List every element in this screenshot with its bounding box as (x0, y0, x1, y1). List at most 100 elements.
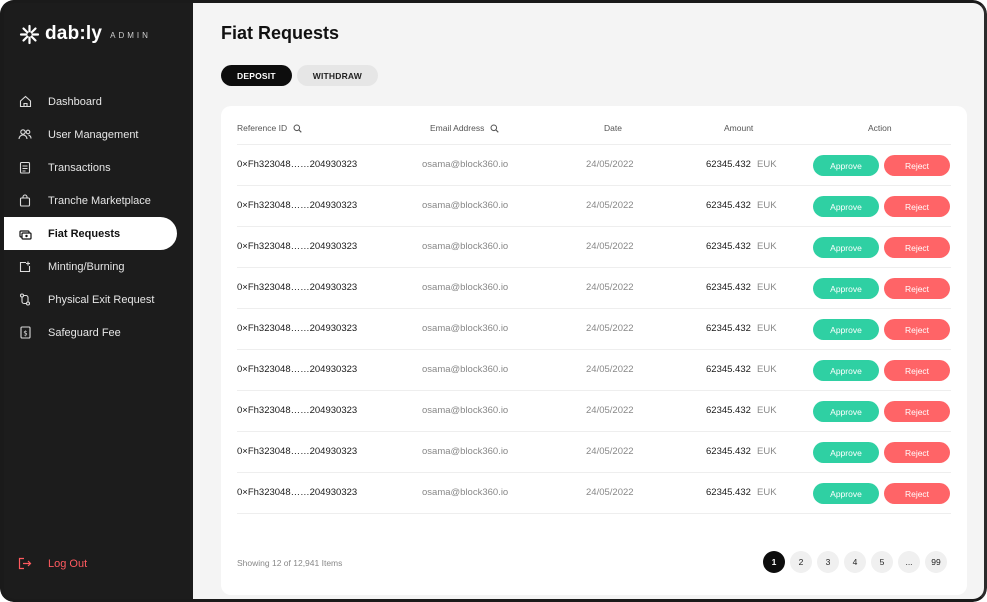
home-icon (18, 95, 32, 109)
approve-button[interactable]: Approve (813, 483, 879, 504)
approve-button[interactable]: Approve (813, 360, 879, 381)
sidebar-item-user-management[interactable]: User Management (0, 118, 193, 151)
amount-unit: EUK (757, 446, 777, 457)
amount-value: 62345.432 (706, 323, 751, 334)
page-button-2[interactable]: 2 (790, 551, 812, 573)
search-icon[interactable] (490, 124, 500, 133)
amount-value: 62345.432 (706, 159, 751, 170)
sidebar-item-minting-burning[interactable]: Minting/Burning (0, 250, 193, 283)
request-date: 24/05/2022 (586, 200, 634, 211)
approve-button[interactable]: Approve (813, 196, 879, 217)
brand-suffix: ADMIN (110, 30, 151, 40)
reference-id: 0×Fh323048……204930323 (237, 405, 358, 416)
email-address: osama@block360.io (422, 405, 509, 416)
brand-logo: dab:ly ADMIN (19, 23, 151, 45)
amount-unit: EUK (757, 487, 777, 498)
sidebar-item-safeguard-fee[interactable]: $ Safeguard Fee (0, 316, 193, 349)
page-button-99[interactable]: 99 (925, 551, 947, 573)
logout-label: Log Out (48, 558, 88, 570)
page-title: Fiat Requests (221, 23, 340, 43)
reference-id: 0×Fh323048……204930323 (237, 159, 358, 170)
tab-withdraw[interactable]: WITHDRAW (296, 65, 379, 86)
reject-button[interactable]: Reject (884, 442, 950, 463)
column-header-action: Action (868, 123, 892, 133)
request-date: 24/05/2022 (586, 241, 634, 252)
reference-id: 0×Fh323048……204930323 (237, 487, 358, 498)
request-date: 24/05/2022 (586, 282, 634, 293)
pagination: 1 2 3 4 5 ... 99 (763, 551, 947, 573)
amount-value: 62345.432 (706, 282, 751, 293)
requests-table-card: Reference ID Email Address Date Amount A… (221, 106, 967, 595)
approve-button[interactable]: Approve (813, 155, 879, 176)
reference-id: 0×Fh323048……204930323 (237, 323, 358, 334)
request-date: 24/05/2022 (586, 446, 634, 457)
table-row: 0×Fh323048……204930323 osama@block360.io 24… (237, 226, 951, 267)
search-icon[interactable] (293, 124, 302, 133)
reject-button[interactable]: Reject (884, 278, 950, 299)
table-row: 0×Fh323048……204930323 osama@block360.io 24… (237, 472, 951, 513)
reject-button[interactable]: Reject (884, 319, 950, 340)
app-window: dab:ly ADMIN Dashboard User Management T… (0, 0, 987, 602)
amount-value: 62345.432 (706, 241, 751, 252)
sidebar-item-dashboard[interactable]: Dashboard (0, 85, 193, 118)
amount-unit: EUK (757, 241, 777, 252)
asterisk-logo-icon (19, 24, 40, 44)
sidebar-item-label: Fiat Requests (48, 227, 121, 240)
reference-id: 0×Fh323048……204930323 (237, 282, 358, 293)
approve-button[interactable]: Approve (813, 278, 879, 299)
amount-value: 62345.432 (706, 446, 751, 457)
reference-id: 0×Fh323048……204930323 (237, 241, 358, 252)
table-row: 0×Fh323048……204930323 osama@block360.io 24… (237, 349, 951, 390)
email-address: osama@block360.io (422, 200, 509, 211)
email-address: osama@block360.io (422, 446, 509, 457)
bag-icon (18, 194, 32, 208)
reject-button[interactable]: Reject (884, 196, 950, 217)
amount-unit: EUK (757, 200, 777, 211)
request-date: 24/05/2022 (586, 159, 634, 170)
logout-button[interactable]: Log Out (18, 557, 87, 571)
clipboard-icon (18, 161, 32, 175)
sidebar-item-label: Dashboard (48, 95, 102, 108)
sidebar-item-transactions[interactable]: Transactions (0, 151, 193, 184)
page-button-5[interactable]: 5 (871, 551, 893, 573)
items-count: Showing 12 of 12,941 Items (237, 558, 343, 568)
column-label: Amount (724, 123, 754, 133)
approve-button[interactable]: Approve (813, 401, 879, 422)
amount-unit: EUK (757, 282, 777, 293)
column-label: Reference ID (237, 123, 288, 133)
page-button-1[interactable]: 1 (763, 551, 785, 573)
sidebar-item-tranche-marketplace[interactable]: Tranche Marketplace (0, 184, 193, 217)
email-address: osama@block360.io (422, 282, 509, 293)
route-icon (18, 293, 32, 307)
sidebar-item-label: Safeguard Fee (48, 326, 121, 339)
approve-button[interactable]: Approve (813, 442, 879, 463)
page-button-4[interactable]: 4 (844, 551, 866, 573)
reject-button[interactable]: Reject (884, 237, 950, 258)
reject-button[interactable]: Reject (884, 483, 950, 504)
amount-unit: EUK (757, 405, 777, 416)
request-date: 24/05/2022 (586, 405, 634, 416)
reference-id: 0×Fh323048……204930323 (237, 364, 358, 375)
email-address: osama@block360.io (422, 364, 509, 375)
tab-deposit[interactable]: DEPOSIT (221, 65, 292, 86)
approve-button[interactable]: Approve (813, 237, 879, 258)
request-type-tabs: DEPOSIT WITHDRAW (221, 65, 379, 86)
reject-button[interactable]: Reject (884, 401, 950, 422)
request-date: 24/05/2022 (586, 364, 634, 375)
sidebar: dab:ly ADMIN Dashboard User Management T… (0, 0, 193, 602)
page-ellipsis: ... (898, 551, 920, 573)
amount-unit: EUK (757, 364, 777, 375)
reference-id: 0×Fh323048……204930323 (237, 200, 358, 211)
amount-value: 62345.432 (706, 200, 751, 211)
reject-button[interactable]: Reject (884, 360, 950, 381)
column-label: Email Address (430, 123, 485, 133)
fee-icon: $ (18, 326, 32, 340)
sidebar-item-fiat-requests[interactable]: Fiat Requests (0, 217, 177, 250)
sidebar-item-physical-exit-request[interactable]: Physical Exit Request (0, 283, 193, 316)
page-button-3[interactable]: 3 (817, 551, 839, 573)
sidebar-item-label: User Management (48, 128, 139, 141)
reject-button[interactable]: Reject (884, 155, 950, 176)
logout-icon (18, 557, 32, 571)
table-row: 0×Fh323048……204930323 osama@block360.io 24… (237, 308, 951, 349)
approve-button[interactable]: Approve (813, 319, 879, 340)
